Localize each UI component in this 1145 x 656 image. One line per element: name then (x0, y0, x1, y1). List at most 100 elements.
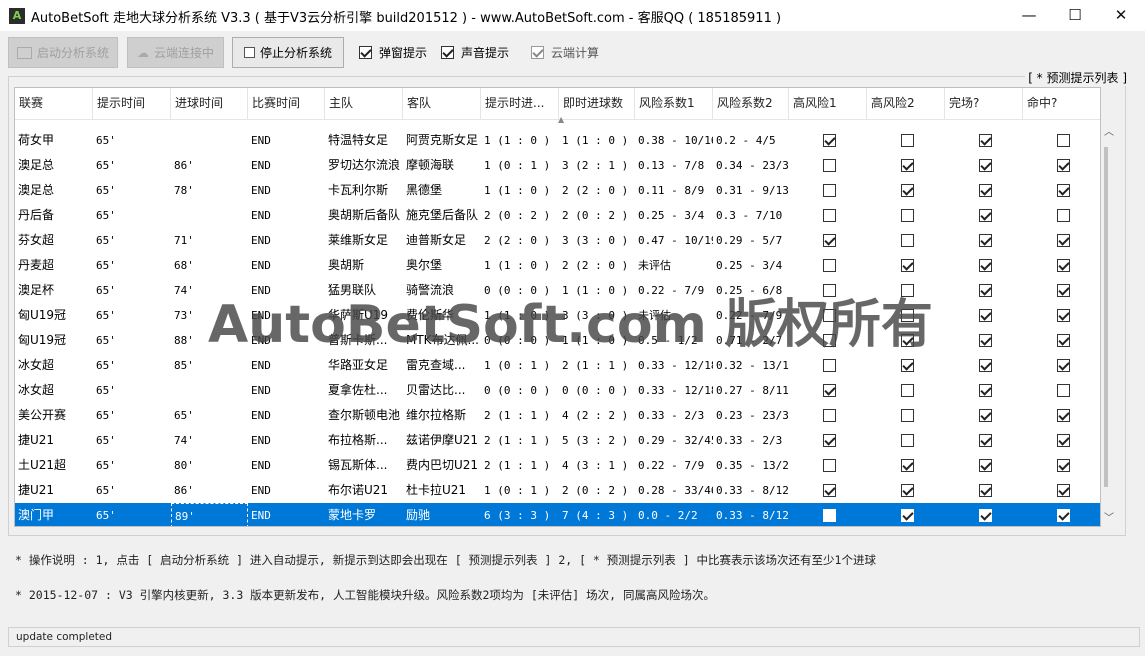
checkbox-hit[interactable] (1057, 234, 1070, 247)
checkbox-done[interactable] (979, 134, 992, 147)
popup-checkbox[interactable] (359, 46, 372, 59)
column-header[interactable]: 联赛 (15, 88, 93, 119)
sound-toggle[interactable]: 声音提示 (441, 44, 509, 61)
checkbox-done[interactable] (979, 484, 992, 497)
checkbox-h2[interactable] (901, 409, 914, 422)
table-row[interactable]: 美公开赛 65' 65' END 查尔斯顿电池 维尔拉格斯 2 (1 : 1 ) 4 (2 :… (15, 403, 1100, 428)
column-header[interactable]: 风险系数2 (713, 88, 789, 119)
checkbox-h2[interactable] (901, 159, 914, 172)
checkbox-done[interactable] (979, 334, 992, 347)
checkbox-hit[interactable] (1057, 334, 1070, 347)
checkbox-h2[interactable] (901, 184, 914, 197)
scroll-thumb[interactable] (1104, 147, 1108, 487)
checkbox-h2[interactable] (901, 484, 914, 497)
checkbox-done[interactable] (979, 509, 992, 522)
stop-analysis-button[interactable]: 停止分析系统 (232, 37, 344, 68)
maximize-button[interactable]: ☐ (1052, 0, 1098, 31)
column-header[interactable]: 提示时进... (481, 88, 559, 119)
checkbox-h1[interactable] (823, 434, 836, 447)
checkbox-done[interactable] (979, 359, 992, 372)
column-header[interactable]: 进球时间 (171, 88, 248, 119)
table-row[interactable]: 澳足总 65' 86' END 罗切达尔流浪 摩顿海联 1 (0 : 1 ) 3 (2 : 1… (15, 153, 1100, 178)
checkbox-h2[interactable] (901, 134, 914, 147)
checkbox-done[interactable] (979, 459, 992, 472)
table-row[interactable]: 土U21超 65' 80' END 锡瓦斯体... 费内巴切U21 2 (1 : 1 ) 4 … (15, 453, 1100, 478)
table-row[interactable]: 丹后备 65' END 奥胡斯后备队 施克堡后备队 2 (0 : 2 ) 2 (0 : 2 … (15, 203, 1100, 228)
column-header[interactable]: 风险系数1 (635, 88, 713, 119)
checkbox-h2[interactable] (901, 359, 914, 372)
checkbox-done[interactable] (979, 234, 992, 247)
checkbox-h2[interactable] (901, 234, 914, 247)
column-header[interactable]: 命中? (1023, 88, 1100, 119)
checkbox-hit[interactable] (1057, 209, 1070, 222)
table-row[interactable]: 荷女甲 65' END 特温特女足 阿贾克斯女足 1 (1 : 0 ) 1 (1 : 0 )… (15, 128, 1100, 153)
checkbox-h2[interactable] (901, 434, 914, 447)
checkbox-done[interactable] (979, 259, 992, 272)
checkbox-hit[interactable] (1057, 384, 1070, 397)
checkbox-done[interactable] (979, 384, 992, 397)
checkbox-hit[interactable] (1057, 484, 1070, 497)
checkbox-h2[interactable] (901, 459, 914, 472)
column-header[interactable]: 比赛时间 (248, 88, 325, 119)
table-row[interactable]: 捷U21 65' 86' END 布尔诺U21 杜卡拉U21 1 (0 : 1 ) 2 (0 … (15, 478, 1100, 503)
checkbox-hit[interactable] (1057, 509, 1070, 522)
checkbox-hit[interactable] (1057, 284, 1070, 297)
checkbox-h1[interactable] (823, 484, 836, 497)
checkbox-h1[interactable] (823, 259, 836, 272)
table-row[interactable]: 捷U21 65' 74' END 布拉格斯... 兹诺伊摩U21 2 (1 : 1 ) 5 (… (15, 428, 1100, 453)
column-header[interactable]: 提示时间 (93, 88, 171, 119)
scroll-up-icon[interactable]: ︿ (1104, 123, 1114, 138)
checkbox-h2[interactable] (901, 259, 914, 272)
cloud-connect-button[interactable]: ☁ 云端连接中 (127, 37, 224, 68)
checkbox-done[interactable] (979, 159, 992, 172)
checkbox-h1[interactable] (823, 359, 836, 372)
checkbox-h1[interactable] (823, 234, 836, 247)
table-vscrollbar[interactable]: ︿ ﹀ (1101, 117, 1118, 527)
table-row[interactable]: 澳足总 65' 78' END 卡瓦利尔斯 黑德堡 1 (1 : 0 ) 2 (2 : 0 )… (15, 178, 1100, 203)
checkbox-h1[interactable] (823, 509, 836, 522)
cloudcalc-toggle[interactable]: 云端计算 (531, 44, 599, 61)
column-header[interactable]: 客队 (403, 88, 481, 119)
checkbox-done[interactable] (979, 434, 992, 447)
checkbox-hit[interactable] (1057, 434, 1070, 447)
checkbox-h1[interactable] (823, 409, 836, 422)
table-row[interactable]: 冰女超 65' END 夏拿佐杜... 贝雷达比... 0 (0 : 0 ) 0 (0 : … (15, 378, 1100, 403)
checkbox-hit[interactable] (1057, 409, 1070, 422)
column-header[interactable]: 完场? (945, 88, 1023, 119)
sound-checkbox[interactable] (441, 46, 454, 59)
checkbox-h1[interactable] (823, 184, 836, 197)
minimize-button[interactable]: — (1006, 0, 1052, 31)
column-header[interactable]: 高风险1 (789, 88, 867, 119)
close-button[interactable]: ✕ (1098, 0, 1144, 31)
start-analysis-button[interactable]: 启动分析系统 (8, 37, 118, 68)
table-row[interactable]: 丹麦超 65' 68' END 奥胡斯 奥尔堡 1 (1 : 0 ) 2 (2 : 0 ) 未评… (15, 253, 1100, 278)
checkbox-hit[interactable] (1057, 309, 1070, 322)
checkbox-done[interactable] (979, 309, 992, 322)
cloudcalc-checkbox[interactable] (531, 46, 544, 59)
checkbox-done[interactable] (979, 184, 992, 197)
popup-toggle[interactable]: 弹窗提示 (359, 44, 427, 61)
checkbox-h1[interactable] (823, 384, 836, 397)
checkbox-hit[interactable] (1057, 134, 1070, 147)
checkbox-done[interactable] (979, 284, 992, 297)
checkbox-h1[interactable] (823, 459, 836, 472)
checkbox-h2[interactable] (901, 509, 914, 522)
checkbox-hit[interactable] (1057, 359, 1070, 372)
checkbox-h2[interactable] (901, 384, 914, 397)
checkbox-h1[interactable] (823, 209, 836, 222)
checkbox-done[interactable] (979, 409, 992, 422)
scroll-down-icon[interactable]: ﹀ (1104, 509, 1114, 524)
checkbox-h2[interactable] (901, 209, 914, 222)
column-header[interactable]: 主队 (325, 88, 403, 119)
table-row[interactable]: 澳门甲 65' 89' END 蒙地卡罗 励驰 6 (3 : 3 ) 7 (4 : 3 ) 0.… (15, 503, 1100, 526)
column-header[interactable]: 即时进球数 (559, 88, 635, 119)
checkbox-hit[interactable] (1057, 159, 1070, 172)
checkbox-hit[interactable] (1057, 184, 1070, 197)
checkbox-hit[interactable] (1057, 259, 1070, 272)
checkbox-hit[interactable] (1057, 459, 1070, 472)
column-header[interactable]: 高风险2 (867, 88, 945, 119)
checkbox-h1[interactable] (823, 159, 836, 172)
checkbox-done[interactable] (979, 209, 992, 222)
table-row[interactable]: 芬女超 65' 71' END 莱维斯女足 迪普斯女足 2 (2 : 0 ) 3 (3 : 0… (15, 228, 1100, 253)
checkbox-h1[interactable] (823, 134, 836, 147)
